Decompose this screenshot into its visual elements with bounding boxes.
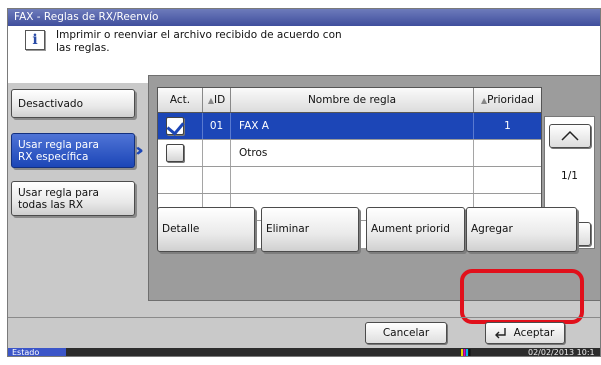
priority-cell: 1 (504, 120, 511, 132)
sidebar-item-label: Desactivado (18, 98, 83, 110)
enter-icon (495, 328, 506, 339)
scroll-up-button[interactable] (549, 124, 591, 148)
raise-priority-button[interactable]: Aument priorid (366, 207, 465, 252)
sidebar-item-label: todas las RX (18, 199, 84, 211)
accept-button[interactable]: Aceptar (485, 322, 565, 344)
cancel-button[interactable]: Cancelar (365, 322, 447, 344)
page-indicator: 1/1 (561, 170, 578, 182)
fax-rules-window: FAX - Reglas de RX/Reenvío i Imprimir o … (7, 8, 601, 357)
sidebar-item-label: Usar regla para (18, 187, 99, 199)
info-icon: i (25, 30, 45, 50)
status-button[interactable]: Estado (8, 348, 66, 356)
sidebar-item-label: RX específica (18, 151, 89, 163)
act-cell (158, 113, 203, 139)
checkbox-checked[interactable] (166, 117, 184, 135)
sidebar-item-desactivado[interactable]: Desactivado (11, 89, 135, 118)
sidebar-item-specific-rx[interactable]: Usar regla para RX específica (11, 133, 135, 168)
toner-level-icon (461, 349, 471, 356)
empty-cell (231, 167, 474, 193)
table-header: Act. ▲ID Nombre de regla ▲Prioridad (158, 88, 541, 113)
rules-panel: Act. ▲ID Nombre de regla ▲Prioridad 01 F… (148, 75, 600, 301)
message-line-1: Imprimir o reenviar el archivo recibido … (56, 29, 342, 41)
table-row[interactable]: 01 FAX A 1 (158, 113, 541, 140)
column-header-act[interactable]: Act. (158, 88, 203, 112)
divider (8, 317, 600, 318)
name-cell: Otros (231, 140, 474, 166)
message-line-2: las reglas. (56, 42, 110, 54)
table-row[interactable]: Otros (158, 140, 541, 167)
checkbox-unchecked[interactable] (166, 144, 184, 162)
datetime: 02/02/2013 10:1 (528, 348, 595, 357)
table-row-empty (158, 167, 541, 194)
delete-button[interactable]: Eliminar (261, 207, 359, 252)
sidebar-item-all-rx[interactable]: Usar regla para todas las RX (11, 181, 135, 216)
chevron-up-icon (561, 130, 579, 141)
name-cell: FAX A (231, 113, 474, 139)
id-cell: 01 (203, 113, 231, 139)
window-title: FAX - Reglas de RX/Reenvío (8, 9, 600, 26)
status-bar: Estado 02/02/2013 10:1 (8, 348, 600, 357)
column-header-id[interactable]: ▲ID (203, 88, 231, 112)
act-cell (158, 140, 203, 166)
column-header-priority[interactable]: ▲Prioridad (474, 88, 541, 112)
empty-cell (203, 167, 231, 193)
empty-cell (474, 167, 541, 193)
column-header-id-label: ID (213, 94, 226, 106)
column-header-priority-label: Prioridad (487, 94, 534, 106)
sidebar-item-label: Usar regla para (18, 139, 99, 151)
detail-button[interactable]: Detalle (157, 207, 255, 252)
add-button[interactable]: Agregar (466, 207, 577, 252)
column-header-name[interactable]: Nombre de regla (231, 88, 474, 112)
empty-cell (158, 167, 203, 193)
priority-cell (474, 140, 541, 166)
id-cell (203, 140, 231, 166)
message-text: Imprimir o reenviar el archivo recibido … (56, 29, 386, 55)
